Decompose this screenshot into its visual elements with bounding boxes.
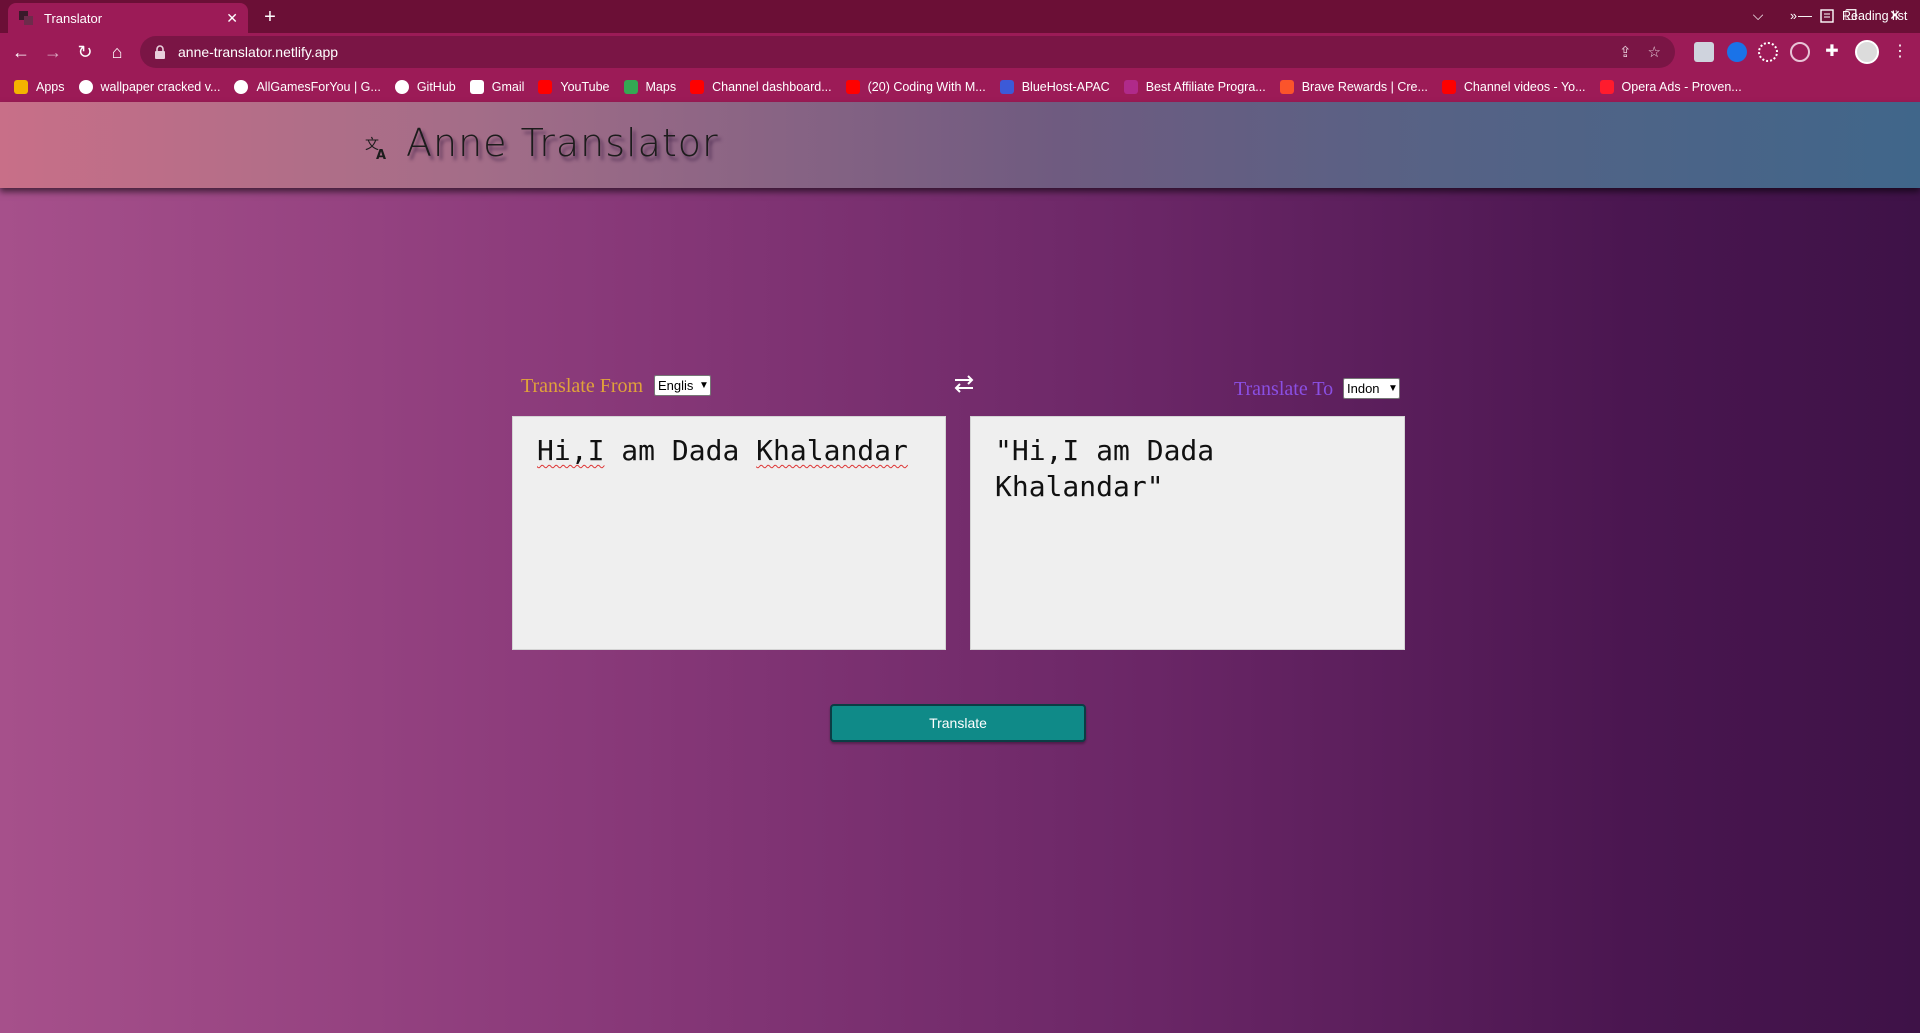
share-icon[interactable]: ⇪: [1619, 43, 1632, 61]
globe-icon: [234, 79, 249, 94]
cube-extension-icon[interactable]: [1694, 42, 1714, 62]
brave-icon: [1279, 79, 1294, 94]
swap-languages-icon[interactable]: [952, 374, 976, 394]
tab-strip: Translator ✕ + ⌵ — ❐ ✕: [0, 0, 1920, 33]
translate-button[interactable]: Translate: [830, 704, 1086, 742]
bookmark-item[interactable]: Opera Ads - Proven...: [1599, 79, 1742, 94]
bookmark-label: Maps: [645, 79, 677, 94]
source-language-select[interactable]: Englis ▼: [654, 375, 711, 396]
bookmark-label: Gmail: [491, 79, 525, 94]
gmail-icon: [469, 79, 484, 94]
bookmark-label: AllGamesForYou | G...: [256, 79, 381, 94]
svg-text:A: A: [376, 148, 386, 161]
reading-list-label: Reading list: [1842, 8, 1908, 23]
bookmark-item[interactable]: Channel videos - Yo...: [1441, 79, 1586, 94]
youtube-icon: [845, 79, 860, 94]
source-text-word: Hi,I: [537, 434, 605, 467]
bookmark-label: (20) Coding With M...: [867, 79, 986, 94]
bookmark-item[interactable]: YouTube: [538, 79, 610, 94]
bookmark-item[interactable]: Brave Rewards | Cre...: [1279, 79, 1428, 94]
source-language-value: Englis: [658, 378, 694, 393]
tab-search-icon[interactable]: ⌵: [1735, 0, 1781, 30]
circle-extension-icon[interactable]: [1790, 42, 1810, 62]
bookmark-item[interactable]: Best Affiliate Progra...: [1123, 79, 1266, 94]
bookmark-item[interactable]: GitHub: [394, 79, 456, 94]
gear-extension-icon[interactable]: [1758, 42, 1778, 62]
chevron-down-icon: ▼: [699, 380, 709, 391]
youtube-icon: [690, 79, 705, 94]
bookmark-item[interactable]: wallpaper cracked v...: [78, 79, 221, 94]
app-title: Anne Translator: [406, 121, 719, 165]
bookmark-label: YouTube: [560, 79, 610, 94]
bookmarks-overflow-icon[interactable]: »: [1790, 0, 1797, 31]
app-header: 文 A Anne Translator: [0, 102, 1920, 188]
bookmark-label: Channel videos - Yo...: [1463, 79, 1586, 94]
page-content: 文 A Anne Translator Translate From Engli…: [0, 102, 1920, 1033]
bookmark-label: Best Affiliate Progra...: [1145, 79, 1266, 94]
tab-title: Translator: [44, 10, 103, 26]
reload-button[interactable]: ↻: [71, 38, 99, 66]
translate-favicon-icon: [19, 11, 33, 25]
bookmark-item[interactable]: (20) Coding With M...: [845, 79, 986, 94]
star-icon[interactable]: ☆: [1648, 43, 1661, 61]
bookmark-label: GitHub: [416, 79, 456, 94]
translate-from-label: Translate From: [521, 375, 644, 397]
bookmark-label: wallpaper cracked v...: [100, 79, 221, 94]
bookmark-item[interactable]: Channel dashboard...: [690, 79, 832, 94]
menu-icon[interactable]: ⋮: [1890, 42, 1910, 62]
target-language-value: Indon: [1347, 381, 1380, 396]
new-tab-button[interactable]: +: [258, 6, 282, 30]
bookmark-label: Channel dashboard...: [712, 79, 832, 94]
bookmark-item[interactable]: Maps: [623, 79, 677, 94]
affiliate-icon: [1123, 79, 1138, 94]
forward-button[interactable]: →: [39, 38, 67, 66]
youtube-icon: [538, 79, 553, 94]
browser-toolbar: ← → ↻ ⌂ anne-translator.netlify.app ⇪ ☆ …: [0, 33, 1920, 71]
puzzle-icon[interactable]: ✚: [1822, 42, 1842, 62]
address-bar[interactable]: anne-translator.netlify.app ⇪ ☆: [140, 36, 1675, 68]
maps-icon: [623, 79, 638, 94]
browser-tab[interactable]: Translator ✕: [8, 3, 248, 33]
url-text: anne-translator.netlify.app: [178, 44, 339, 60]
bookmark-item[interactable]: BlueHost-APAC: [999, 79, 1110, 94]
bookmark-item[interactable]: AllGamesForYou | G...: [234, 79, 381, 94]
source-text-input[interactable]: Hi,I am Dada Khalandar: [512, 416, 946, 650]
home-button[interactable]: ⌂: [103, 38, 131, 66]
bookmark-label: Opera Ads - Proven...: [1621, 79, 1742, 94]
youtube-icon: [1441, 79, 1456, 94]
reading-list-icon: [1820, 8, 1834, 23]
lock-icon: [155, 45, 165, 59]
bookmark-item[interactable]: Gmail: [469, 79, 525, 94]
translate-to-label: Translate To: [1234, 378, 1334, 400]
apps-grid-icon: [14, 79, 28, 94]
translate-icon: 文 A: [365, 137, 386, 161]
bookmark-label: Brave Rewards | Cre...: [1301, 79, 1428, 94]
blue-extension-icon[interactable]: [1727, 42, 1747, 62]
source-text-word: am Dada: [604, 434, 757, 467]
bookmark-label: BlueHost-APAC: [1021, 79, 1110, 94]
bookmark-label: Apps: [36, 79, 65, 94]
profile-avatar[interactable]: [1855, 40, 1879, 64]
grid-icon: [999, 79, 1014, 94]
bookmarks-bar: Apps wallpaper cracked v... AllGamesForYou…: [0, 71, 1920, 102]
translated-text-output[interactable]: "Hi,I am Dada Khalandar": [970, 416, 1405, 650]
bookmark-item[interactable]: Apps: [14, 79, 65, 94]
tab-close-icon[interactable]: ✕: [226, 11, 238, 25]
source-text-word: Khalandar: [756, 434, 908, 467]
globe-icon: [78, 79, 93, 94]
opera-icon: [1599, 79, 1614, 94]
chevron-down-icon: ▼: [1388, 383, 1398, 394]
target-language-select[interactable]: Indon ▼: [1343, 378, 1400, 399]
reading-list-button[interactable]: Reading list: [1820, 0, 1907, 31]
github-icon: [394, 79, 409, 94]
back-button[interactable]: ←: [7, 38, 35, 66]
